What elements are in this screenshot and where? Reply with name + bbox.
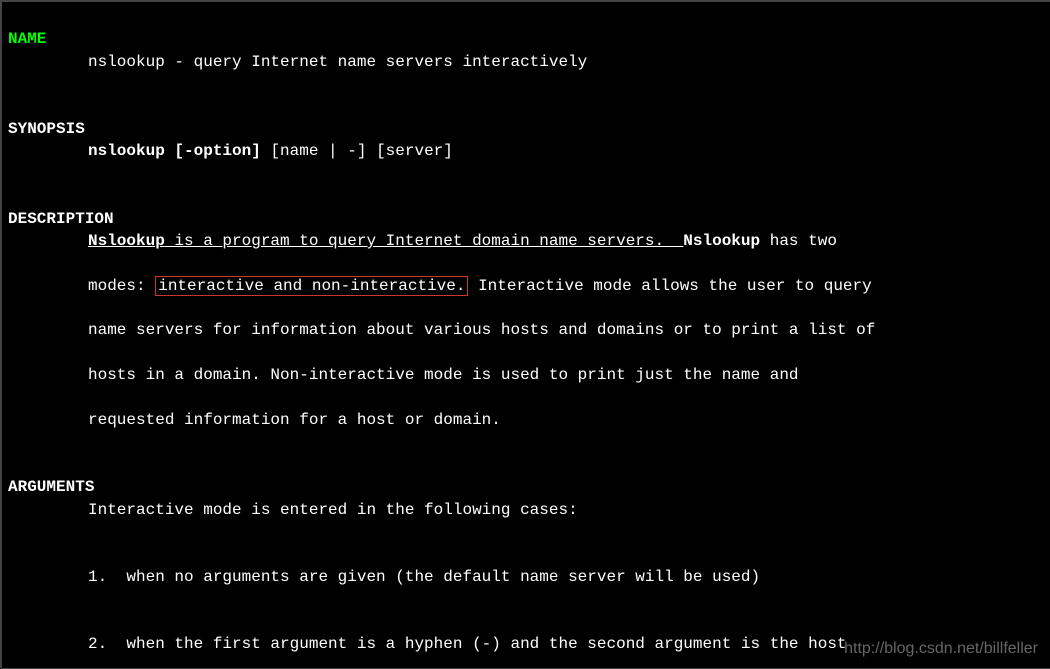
section-synopsis-header: SYNOPSIS bbox=[8, 120, 85, 138]
watermark: http://blog.csdn.net/billfeller bbox=[844, 638, 1038, 660]
desc-line3: name servers for information about vario… bbox=[8, 319, 1044, 341]
section-arguments-header: ARGUMENTS bbox=[8, 478, 94, 496]
desc-line5: requested information for a host or doma… bbox=[8, 409, 1044, 431]
desc-line4: hosts in a domain. Non-interactive mode … bbox=[8, 364, 1044, 386]
desc-nslookup2: Nslookup bbox=[683, 232, 760, 250]
name-line: nslookup - query Internet name servers i… bbox=[8, 51, 1044, 73]
desc-line1: Nslookup is a program to query Internet … bbox=[8, 230, 1044, 252]
args-intro: Interactive mode is entered in the follo… bbox=[8, 499, 1044, 521]
synopsis-line: nslookup [-option] [name | -] [server] bbox=[8, 140, 1044, 162]
desc-text2: Interactive mode allows the user to quer… bbox=[468, 277, 871, 295]
section-description-header: DESCRIPTION bbox=[8, 210, 114, 228]
args-item1: 1. when no arguments are given (the defa… bbox=[8, 566, 1044, 588]
desc-nslookup1: Nslookup bbox=[88, 232, 165, 250]
synopsis-rest: [name | -] [server] bbox=[261, 142, 453, 160]
desc-text1: is a program to query Internet domain na… bbox=[165, 232, 683, 250]
synopsis-opt: [-option] bbox=[174, 142, 260, 160]
desc-text1b: has two bbox=[760, 232, 837, 250]
desc-modes: modes: bbox=[88, 277, 155, 295]
synopsis-cmd: nslookup bbox=[88, 142, 165, 160]
manpage-content: NAME nslookup - query Internet name serv… bbox=[2, 2, 1050, 669]
desc-boxed: interactive and non-interactive. bbox=[155, 276, 468, 296]
desc-line2: modes: interactive and non-interactive. … bbox=[8, 275, 1044, 297]
section-name-header: NAME bbox=[8, 30, 46, 48]
